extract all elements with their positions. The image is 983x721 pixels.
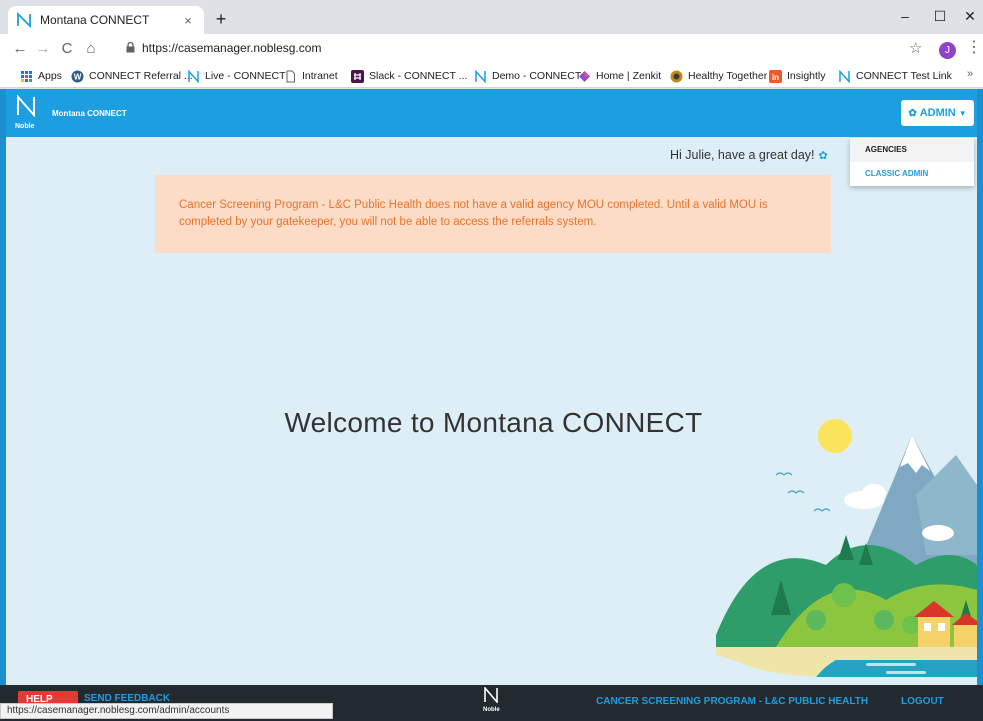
healthy-together-icon bbox=[670, 70, 683, 82]
zenkit-icon bbox=[579, 70, 590, 82]
noble-logo-icon bbox=[839, 69, 850, 83]
bookmark-apps[interactable]: Apps bbox=[20, 68, 62, 84]
menu-item-classic-admin[interactable]: CLASSIC ADMIN bbox=[850, 162, 974, 186]
back-icon[interactable]: ← bbox=[10, 39, 30, 59]
svg-text:in: in bbox=[772, 73, 779, 82]
noble-logo-icon bbox=[17, 12, 31, 28]
bookmark-label: Healthy Together bbox=[688, 70, 768, 82]
landscape-illustration bbox=[716, 419, 977, 677]
welcome-text: Welcome to Montana CONNECT bbox=[284, 407, 703, 438]
forward-icon[interactable]: → bbox=[33, 39, 53, 59]
apps-grid-icon bbox=[21, 70, 32, 82]
bookmarks-overflow-icon[interactable]: » bbox=[967, 68, 973, 80]
admin-dropdown: AGENCIES CLASSIC ADMIN bbox=[850, 138, 974, 186]
app-navbar: Noble Montana CONNECT ✿ ADMIN ▼ bbox=[0, 89, 983, 137]
slack-icon bbox=[351, 69, 364, 83]
bookmark-label: Live - CONNECT bbox=[205, 70, 286, 82]
wordpress-icon: W bbox=[71, 70, 84, 82]
app-border-left bbox=[0, 89, 6, 721]
noble-logo-icon[interactable] bbox=[16, 95, 36, 117]
noble-logo-icon bbox=[484, 687, 498, 703]
noble-logo-icon bbox=[475, 69, 486, 83]
noble-logo-icon bbox=[188, 69, 199, 83]
menu-item-agencies[interactable]: AGENCIES bbox=[850, 138, 974, 162]
bookmarks-bar: Apps W CONNECT Referral ... Live - CONNE… bbox=[0, 64, 983, 88]
bookmark-label: CONNECT Test Link bbox=[856, 70, 952, 82]
lock-icon bbox=[126, 42, 135, 53]
profile-avatar[interactable]: J bbox=[939, 42, 956, 59]
bookmark-label: Demo - CONNECT bbox=[492, 70, 582, 82]
close-tab-icon[interactable]: × bbox=[180, 13, 196, 28]
bookmark-insightly[interactable]: in Insightly bbox=[769, 68, 826, 84]
link-status-bar: https://casemanager.noblesg.com/admin/ac… bbox=[0, 703, 333, 719]
bookmark-zenkit[interactable]: Home | Zenkit bbox=[578, 68, 661, 84]
insightly-icon: in bbox=[769, 69, 782, 83]
maximize-button[interactable]: ☐ bbox=[925, 4, 955, 28]
close-window-button[interactable]: ✕ bbox=[955, 4, 983, 28]
page-icon bbox=[286, 70, 295, 82]
bookmark-connect-test-link[interactable]: CONNECT Test Link bbox=[838, 68, 952, 84]
admin-menu-button[interactable]: ✿ ADMIN ▼ bbox=[901, 100, 974, 126]
gear-icon: ✿ bbox=[908, 107, 917, 119]
app-viewport: Noble Montana CONNECT ✿ ADMIN ▼ AGENCIES… bbox=[0, 89, 983, 721]
address-bar[interactable]: https://casemanager.noblesg.com bbox=[114, 37, 958, 61]
greeting-text: Hi Julie, have a great day! bbox=[670, 148, 815, 162]
app-border-right bbox=[977, 89, 983, 721]
bookmark-star-icon[interactable]: ☆ bbox=[909, 41, 922, 56]
bookmark-demo-connect[interactable]: Demo - CONNECT bbox=[474, 68, 581, 84]
caret-down-icon: ▼ bbox=[958, 108, 967, 118]
new-tab-button[interactable]: + bbox=[210, 8, 232, 30]
bookmark-slack[interactable]: Slack - CONNECT ... bbox=[351, 68, 467, 84]
minimize-button[interactable]: – bbox=[890, 4, 920, 28]
footer-noble-label: Noble bbox=[483, 707, 500, 713]
browser-tab-strip: Montana CONNECT × + – ☐ ✕ bbox=[0, 0, 983, 34]
bookmark-label: Home | Zenkit bbox=[596, 70, 662, 82]
url-text: https://casemanager.noblesg.com bbox=[142, 41, 322, 55]
svg-text:W: W bbox=[74, 72, 82, 81]
browser-tab[interactable]: Montana CONNECT × bbox=[8, 6, 204, 34]
bookmark-connect-referral[interactable]: W CONNECT Referral ... bbox=[71, 68, 193, 84]
greeting: Hi Julie, have a great day! ✿ bbox=[670, 148, 828, 162]
admin-label: ADMIN bbox=[919, 107, 956, 119]
logout-link[interactable]: LOGOUT bbox=[901, 696, 944, 707]
bookmark-label: Apps bbox=[38, 70, 62, 82]
bookmark-label: Slack - CONNECT ... bbox=[369, 70, 468, 82]
bookmark-intranet[interactable]: Intranet bbox=[284, 68, 338, 84]
brand-name[interactable]: Montana CONNECT bbox=[52, 109, 127, 118]
bookmark-live-connect[interactable]: Live - CONNECT bbox=[187, 68, 286, 84]
reload-icon[interactable]: C bbox=[57, 39, 77, 59]
brand-sub: Noble bbox=[15, 123, 35, 130]
browser-toolbar: ← → C ⌂ https://casemanager.noblesg.com … bbox=[0, 34, 983, 64]
browser-menu-icon[interactable]: ⋮ bbox=[966, 39, 982, 57]
mou-warning-alert: Cancer Screening Program - L&C Public He… bbox=[155, 175, 831, 253]
bookmark-label: Intranet bbox=[302, 70, 338, 82]
gear-icon[interactable]: ✿ bbox=[819, 150, 828, 162]
bookmark-label: CONNECT Referral ... bbox=[89, 70, 193, 82]
tab-title: Montana CONNECT bbox=[40, 13, 150, 27]
bookmark-label: Insightly bbox=[787, 70, 826, 82]
bookmark-healthy-together[interactable]: Healthy Together bbox=[670, 68, 767, 84]
home-icon[interactable]: ⌂ bbox=[81, 39, 101, 59]
agency-switcher[interactable]: CANCER SCREENING PROGRAM - L&C PUBLIC HE… bbox=[596, 696, 868, 707]
